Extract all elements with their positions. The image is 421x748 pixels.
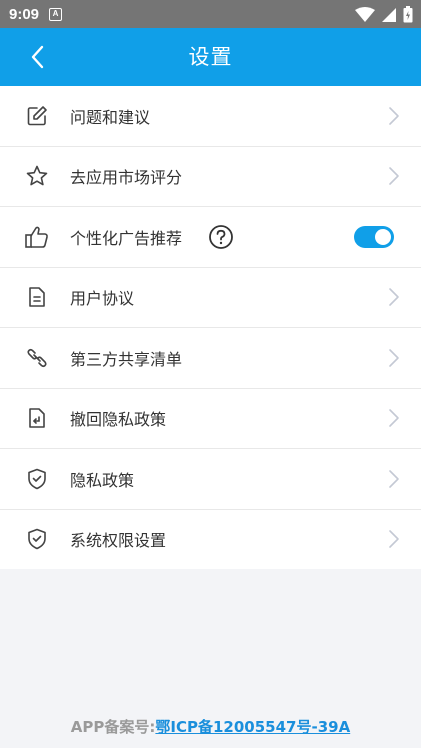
settings-item-user-agreement[interactable]: 用户协议 (0, 268, 421, 328)
settings-item-personalized-ads: 个性化广告推荐 (0, 207, 421, 268)
settings-item-rate-app[interactable]: 去应用市场评分 (0, 147, 421, 207)
battery-icon (403, 6, 413, 23)
settings-item-label: 问题和建议 (70, 107, 151, 127)
thumbs-up-icon (23, 223, 51, 251)
shield-check-icon (23, 525, 51, 553)
chevron-right-icon (389, 469, 399, 488)
personalized-ads-toggle[interactable] (354, 225, 394, 248)
shield-check-icon (23, 465, 51, 493)
settings-item-label: 第三方共享清单 (70, 349, 183, 369)
notification-icon: A (49, 7, 63, 21)
settings-item-label: 隐私政策 (70, 470, 135, 490)
settings-item-label: 个性化广告推荐 (70, 228, 183, 248)
settings-item-label: 去应用市场评分 (70, 168, 183, 188)
settings-item-feedback[interactable]: 问题和建议 (0, 86, 421, 147)
status-bar: 9:09 A (0, 0, 421, 28)
icp-label: APP备案号: (70, 718, 156, 736)
icp-number-link[interactable]: 鄂ICP备12005547号-39A (155, 718, 350, 736)
chevron-right-icon (389, 409, 399, 428)
status-icons (355, 6, 413, 23)
page-title: 设置 (188, 45, 233, 69)
chevron-right-icon (389, 530, 399, 549)
star-icon (23, 162, 51, 190)
document-icon (23, 283, 51, 311)
settings-list: 问题和建议 去应用市场评分 个性化广告推荐 用户协议 第三方共享清单 撤回隐私政… (0, 86, 421, 569)
chevron-right-icon (389, 167, 399, 186)
icp-footer: APP备案号:鄂ICP备12005547号-39A (0, 716, 421, 737)
settings-item-third-party-sharing[interactable]: 第三方共享清单 (0, 328, 421, 389)
help-circle-icon[interactable] (208, 224, 234, 250)
settings-item-system-permissions[interactable]: 系统权限设置 (0, 510, 421, 570)
settings-item-label: 撤回隐私政策 (70, 410, 167, 430)
settings-item-label: 用户协议 (70, 289, 135, 309)
edit-icon (23, 102, 51, 130)
settings-item-label: 系统权限设置 (70, 531, 167, 551)
settings-item-privacy-policy[interactable]: 隐私政策 (0, 449, 421, 510)
app-bar: 设置 (0, 28, 421, 86)
toggle-knob (375, 228, 391, 245)
chevron-right-icon (389, 348, 399, 367)
wifi-icon (355, 6, 375, 22)
settings-item-revoke-privacy[interactable]: 撤回隐私政策 (0, 389, 421, 449)
link-icon (23, 344, 51, 372)
status-time: 9:09 (9, 5, 40, 23)
signal-icon (382, 7, 396, 22)
chevron-right-icon (389, 106, 399, 125)
chevron-right-icon (389, 288, 399, 307)
revoke-document-icon (23, 404, 51, 432)
